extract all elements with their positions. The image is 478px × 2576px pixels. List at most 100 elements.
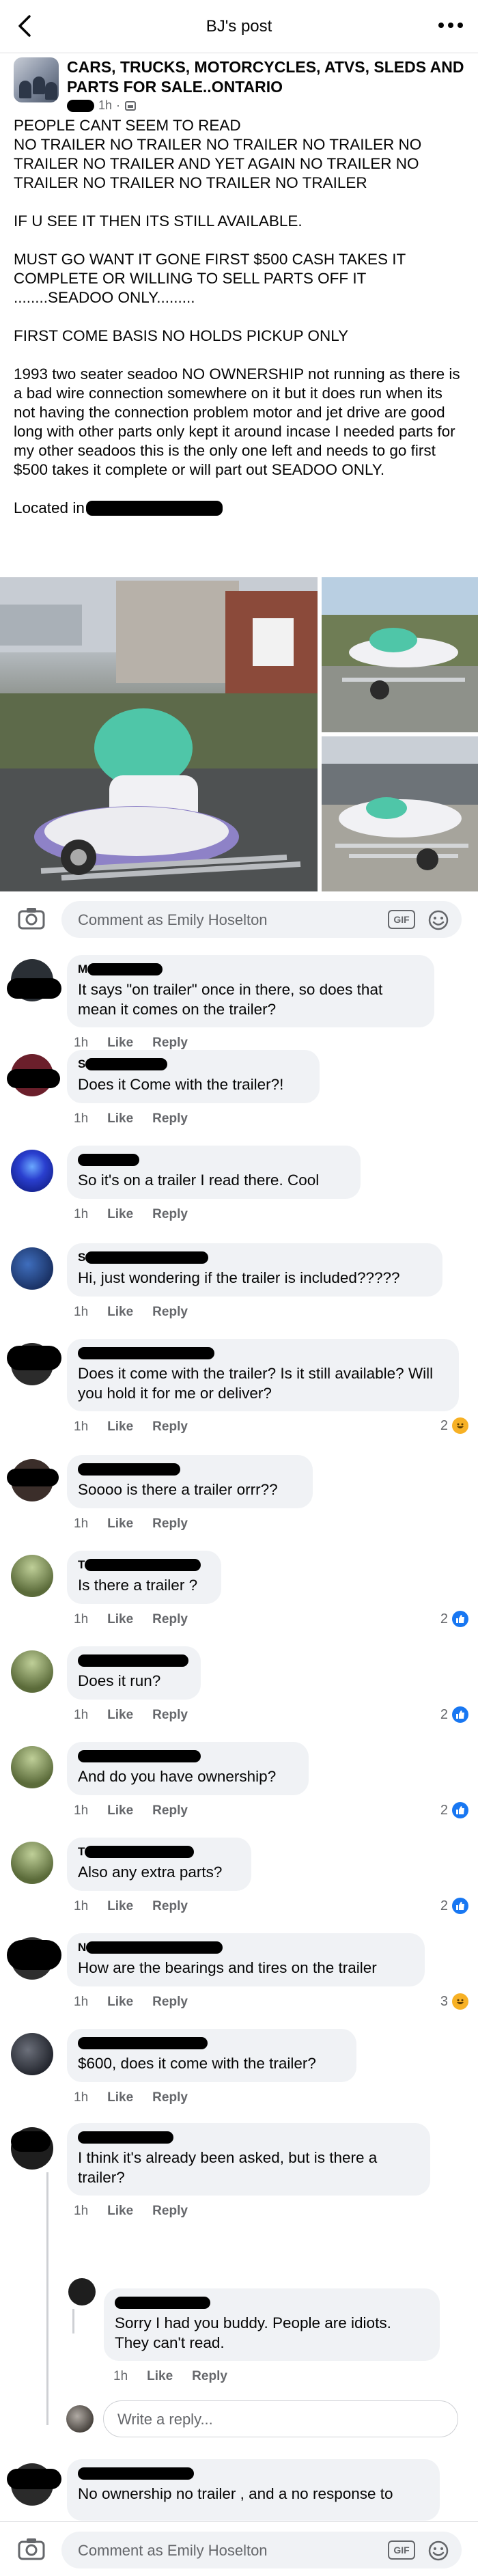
comment-time: 1h	[113, 2369, 128, 2383]
more-options-icon[interactable]	[436, 15, 466, 36]
comment-placeholder: Comment as Emily Hoselton	[78, 911, 268, 928]
gif-button[interactable]: GIF	[388, 910, 415, 929]
commenter-avatar[interactable]	[7, 1742, 61, 1797]
like-button[interactable]: Like	[107, 1612, 133, 1627]
reaction-summary[interactable]: 2	[440, 1417, 468, 1434]
like-button[interactable]: Like	[107, 2204, 133, 2219]
like-button[interactable]: Like	[107, 1111, 133, 1126]
commenter-avatar[interactable]	[7, 2123, 61, 2178]
commenter-avatar[interactable]	[7, 1339, 61, 1394]
reaction-count: 2	[440, 1706, 448, 1722]
emoji-icon[interactable]	[427, 2540, 449, 2562]
reply-button[interactable]: Reply	[152, 1207, 188, 1222]
reply-button[interactable]: Reply	[152, 2204, 188, 2219]
reply-button[interactable]: Reply	[152, 2090, 188, 2105]
like-button[interactable]: Like	[107, 1305, 133, 1320]
reaction-count: 2	[440, 1611, 448, 1626]
comment-item: And do you have ownership? 1h Like Reply…	[0, 1742, 478, 1818]
like-button[interactable]: Like	[107, 1419, 133, 1435]
commenter-avatar[interactable]	[7, 1146, 61, 1200]
commenter-initial[interactable]: M	[78, 962, 87, 976]
reply-input[interactable]: Write a reply...	[103, 2400, 458, 2437]
commenter-avatar[interactable]	[7, 1551, 61, 1605]
reaction-summary[interactable]: 2	[440, 1802, 468, 1818]
reaction-summary[interactable]: 2	[440, 1611, 468, 1627]
reply-button[interactable]: Reply	[152, 1111, 188, 1126]
comment-actions: 1h Like Reply	[74, 1516, 188, 1532]
commenter-initial[interactable]: S	[78, 1251, 85, 1264]
like-button[interactable]: Like	[107, 1036, 133, 1051]
comment-actions: 1h Like Reply	[74, 1111, 188, 1126]
like-button[interactable]: Like	[147, 2369, 173, 2384]
comment-input[interactable]: Comment as Emily Hoselton GIF	[61, 2532, 462, 2568]
my-avatar	[66, 2405, 94, 2433]
commenter-avatar[interactable]	[7, 1050, 61, 1105]
like-button[interactable]: Like	[107, 1708, 133, 1723]
commenter-avatar[interactable]	[7, 1455, 61, 1510]
commenter-avatar[interactable]	[7, 1243, 61, 1298]
commenter-avatar[interactable]	[7, 1933, 61, 1988]
like-button[interactable]: Like	[107, 1899, 133, 1914]
commenter-initial[interactable]: S	[78, 1057, 85, 1071]
post-paragraph: PEOPLE CANT SEEM TO READ NO TRAILER NO T…	[14, 117, 422, 191]
commenter-initial[interactable]: T	[78, 1845, 85, 1859]
comment-item: T Also any extra parts? 1h Like Reply 2	[0, 1838, 478, 1914]
like-button[interactable]: Like	[107, 1207, 133, 1222]
like-reaction-icon	[452, 1802, 468, 1818]
reaction-summary[interactable]: 3	[440, 1993, 468, 2010]
commenter-avatar[interactable]	[7, 2029, 61, 2083]
commenter-avatar[interactable]	[7, 1838, 61, 1892]
like-button[interactable]: Like	[107, 1516, 133, 1532]
reaction-summary[interactable]: 2	[440, 1706, 468, 1723]
commenter-avatar[interactable]	[7, 2459, 61, 2514]
reply-button[interactable]: Reply	[152, 1612, 188, 1627]
comment-input[interactable]: Comment as Emily Hoselton GIF	[61, 901, 462, 938]
group-avatar[interactable]	[14, 57, 59, 102]
reply-button[interactable]: Reply	[192, 2369, 227, 2384]
reaction-count: 3	[440, 1993, 448, 2009]
seadoo-trailer-photo[interactable]	[322, 736, 478, 891]
group-name[interactable]: CARS, TRUCKS, MOTORCYCLES, ATVS, SLEDS A…	[67, 57, 470, 97]
reply-button[interactable]: Reply	[152, 1995, 188, 2010]
reply-button[interactable]: Reply	[152, 1036, 188, 1051]
comment-bubble: No ownership no trailer , and a no respo…	[67, 2459, 440, 2521]
comment-text: I think it's already been asked, but is …	[78, 2149, 378, 2186]
location-line: Located in	[14, 499, 468, 518]
post-time: 1h	[98, 98, 113, 112]
comment-actions: 1h Like Reply	[74, 1899, 188, 1914]
reply-button[interactable]: Reply	[152, 1708, 188, 1723]
like-button[interactable]: Like	[107, 1803, 133, 1818]
like-button[interactable]: Like	[107, 2090, 133, 2105]
comment-time: 1h	[74, 1207, 89, 1221]
seadoo-side-photo[interactable]	[322, 577, 478, 732]
seadoo-main-photo[interactable]	[0, 577, 318, 891]
comment-bubble: Does it come with the trailer? Is it sti…	[67, 1339, 459, 1411]
reply-button[interactable]: Reply	[152, 1305, 188, 1320]
commenter-avatar[interactable]	[7, 1646, 61, 1701]
commenter-initial[interactable]: T	[78, 1558, 85, 1572]
camera-icon[interactable]	[18, 2537, 45, 2560]
reply-bubble: Sorry I had you buddy. People are idiots…	[104, 2288, 440, 2361]
reply-button[interactable]: Reply	[152, 1803, 188, 1818]
like-button[interactable]: Like	[107, 1995, 133, 2010]
comment-bubble: Does it run?	[67, 1646, 201, 1700]
comment-time: 1h	[74, 1036, 89, 1050]
comment-actions: 1h Like Reply	[74, 2204, 188, 2219]
reply-button[interactable]: Reply	[152, 1419, 188, 1435]
reply-button[interactable]: Reply	[152, 1516, 188, 1532]
reaction-summary[interactable]: 2	[440, 1898, 468, 1914]
gif-button[interactable]: GIF	[388, 2540, 415, 2560]
reply-item: Sorry I had you buddy. People are idiots…	[0, 2278, 478, 2384]
camera-icon[interactable]	[18, 906, 45, 930]
comment-bubble: And do you have ownership?	[67, 1742, 309, 1795]
back-arrow-icon[interactable]	[12, 12, 40, 40]
commenter-avatar[interactable]	[7, 955, 61, 1010]
commenter-initial[interactable]: N	[78, 1941, 86, 1954]
emoji-icon[interactable]	[427, 909, 449, 931]
post-paragraph: FIRST COME BASIS NO HOLDS PICKUP ONLY	[14, 327, 349, 344]
reply-avatar[interactable]	[68, 2278, 96, 2305]
comment-time: 1h	[74, 2204, 89, 2218]
comment-text: And do you have ownership?	[78, 1768, 277, 1785]
location-label: Located in	[14, 499, 85, 516]
reply-button[interactable]: Reply	[152, 1899, 188, 1914]
